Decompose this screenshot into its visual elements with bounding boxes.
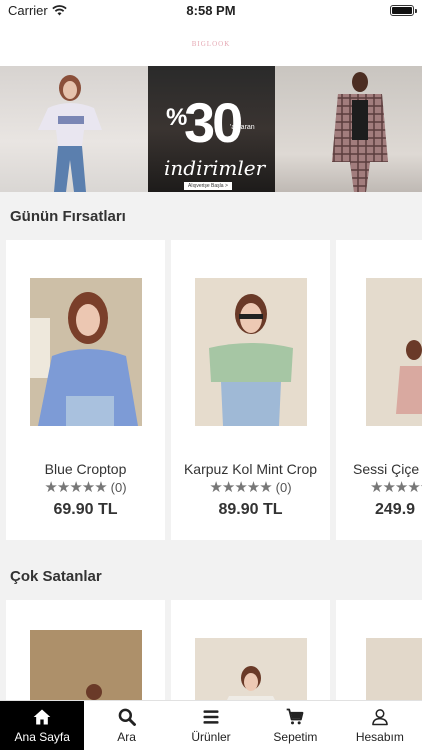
- search-icon: [118, 708, 136, 726]
- tab-label: Sepetim: [273, 730, 318, 744]
- tab-label: Ara: [117, 730, 136, 744]
- app-header: BIGLOOK: [0, 22, 422, 66]
- product-rating: ★★★★★ (0): [6, 478, 165, 496]
- model-photo: [366, 638, 422, 700]
- tab-home[interactable]: Ana Sayfa: [0, 701, 85, 750]
- battery-icon: [390, 5, 417, 16]
- product-card[interactable]: Karpuz Kol Mint Crop ★★★★★ (0) 89.90 TL: [171, 240, 330, 540]
- banner-cta-button[interactable]: Alışverişe Başla >: [184, 182, 232, 190]
- home-icon: [33, 709, 51, 725]
- product-card[interactable]: [6, 600, 165, 700]
- model-photo: [366, 278, 422, 426]
- user-icon: [371, 709, 388, 726]
- promo-banner[interactable]: % 30 'a varan indirimler Alışverişe Başl…: [0, 66, 422, 192]
- product-rating: ★★★★★: [336, 478, 422, 496]
- star-rating-icon: ★★★★★: [370, 479, 422, 496]
- product-image[interactable]: [366, 278, 422, 426]
- model-photo: [30, 278, 142, 426]
- logo[interactable]: BIGLOOK: [192, 40, 231, 48]
- product-image[interactable]: [195, 278, 307, 426]
- tab-label: Hesabım: [355, 730, 404, 744]
- product-image[interactable]: [30, 630, 142, 700]
- model-figure-3: [332, 72, 388, 192]
- banner-varan: 'a varan: [230, 124, 255, 131]
- rating-count: (0): [275, 479, 292, 495]
- tab-products[interactable]: Ürünler: [169, 701, 253, 750]
- model-photo: [195, 638, 307, 700]
- banner-photo-1: [0, 66, 148, 192]
- model-figure-1: [38, 75, 102, 192]
- tab-account[interactable]: Hesabım: [338, 701, 422, 750]
- product-image[interactable]: [366, 638, 422, 700]
- product-card[interactable]: [336, 600, 422, 700]
- tab-label: Ana Sayfa: [14, 730, 70, 744]
- star-rating-icon: ★★★★★: [209, 479, 272, 496]
- tab-search[interactable]: Ara: [84, 701, 168, 750]
- star-rating-icon: ★★★★★: [44, 479, 107, 496]
- banner-discount-panel: % 30 'a varan indirimler Alışverişe Başl…: [148, 66, 275, 192]
- product-card[interactable]: Blue Croptop ★★★★★ (0) 69.90 TL: [6, 240, 165, 540]
- model-photo: [195, 278, 307, 426]
- cart-icon: [287, 708, 304, 725]
- product-image[interactable]: [195, 638, 307, 700]
- rating-count: (0): [110, 479, 127, 495]
- deals-section-title: Günün Fırsatları: [10, 208, 126, 225]
- bestsellers-section-title: Çok Satanlar: [10, 568, 102, 585]
- banner-photo-3: [275, 66, 422, 192]
- status-bar: Carrier 8:58 PM: [0, 0, 422, 22]
- clock: 8:58 PM: [186, 3, 236, 18]
- product-price: 69.90 TL: [53, 501, 118, 518]
- menu-icon: [203, 710, 219, 724]
- product-image[interactable]: [30, 278, 142, 426]
- product-name: Karpuz Kol Mint Crop: [183, 461, 318, 477]
- product-price: 249.9: [375, 501, 416, 518]
- model-photo: [30, 630, 142, 700]
- tab-label: Ürünler: [191, 730, 231, 744]
- bottom-tab-bar: Ana Sayfa Ara Ürünler Sepetim Hesabım: [0, 700, 422, 750]
- product-card[interactable]: Sessi Çiçe ★★★★★ 249.9: [336, 240, 422, 540]
- product-name: Blue Croptop: [44, 461, 127, 477]
- product-name: Sessi Çiçe: [353, 461, 420, 477]
- banner-discount: 30: [184, 91, 243, 154]
- banner-headline: indirimler: [164, 156, 266, 180]
- tab-cart[interactable]: Sepetim: [253, 701, 337, 750]
- product-card[interactable]: [171, 600, 330, 700]
- product-price: 89.90 TL: [218, 501, 283, 518]
- product-rating: ★★★★★ (0): [171, 478, 330, 496]
